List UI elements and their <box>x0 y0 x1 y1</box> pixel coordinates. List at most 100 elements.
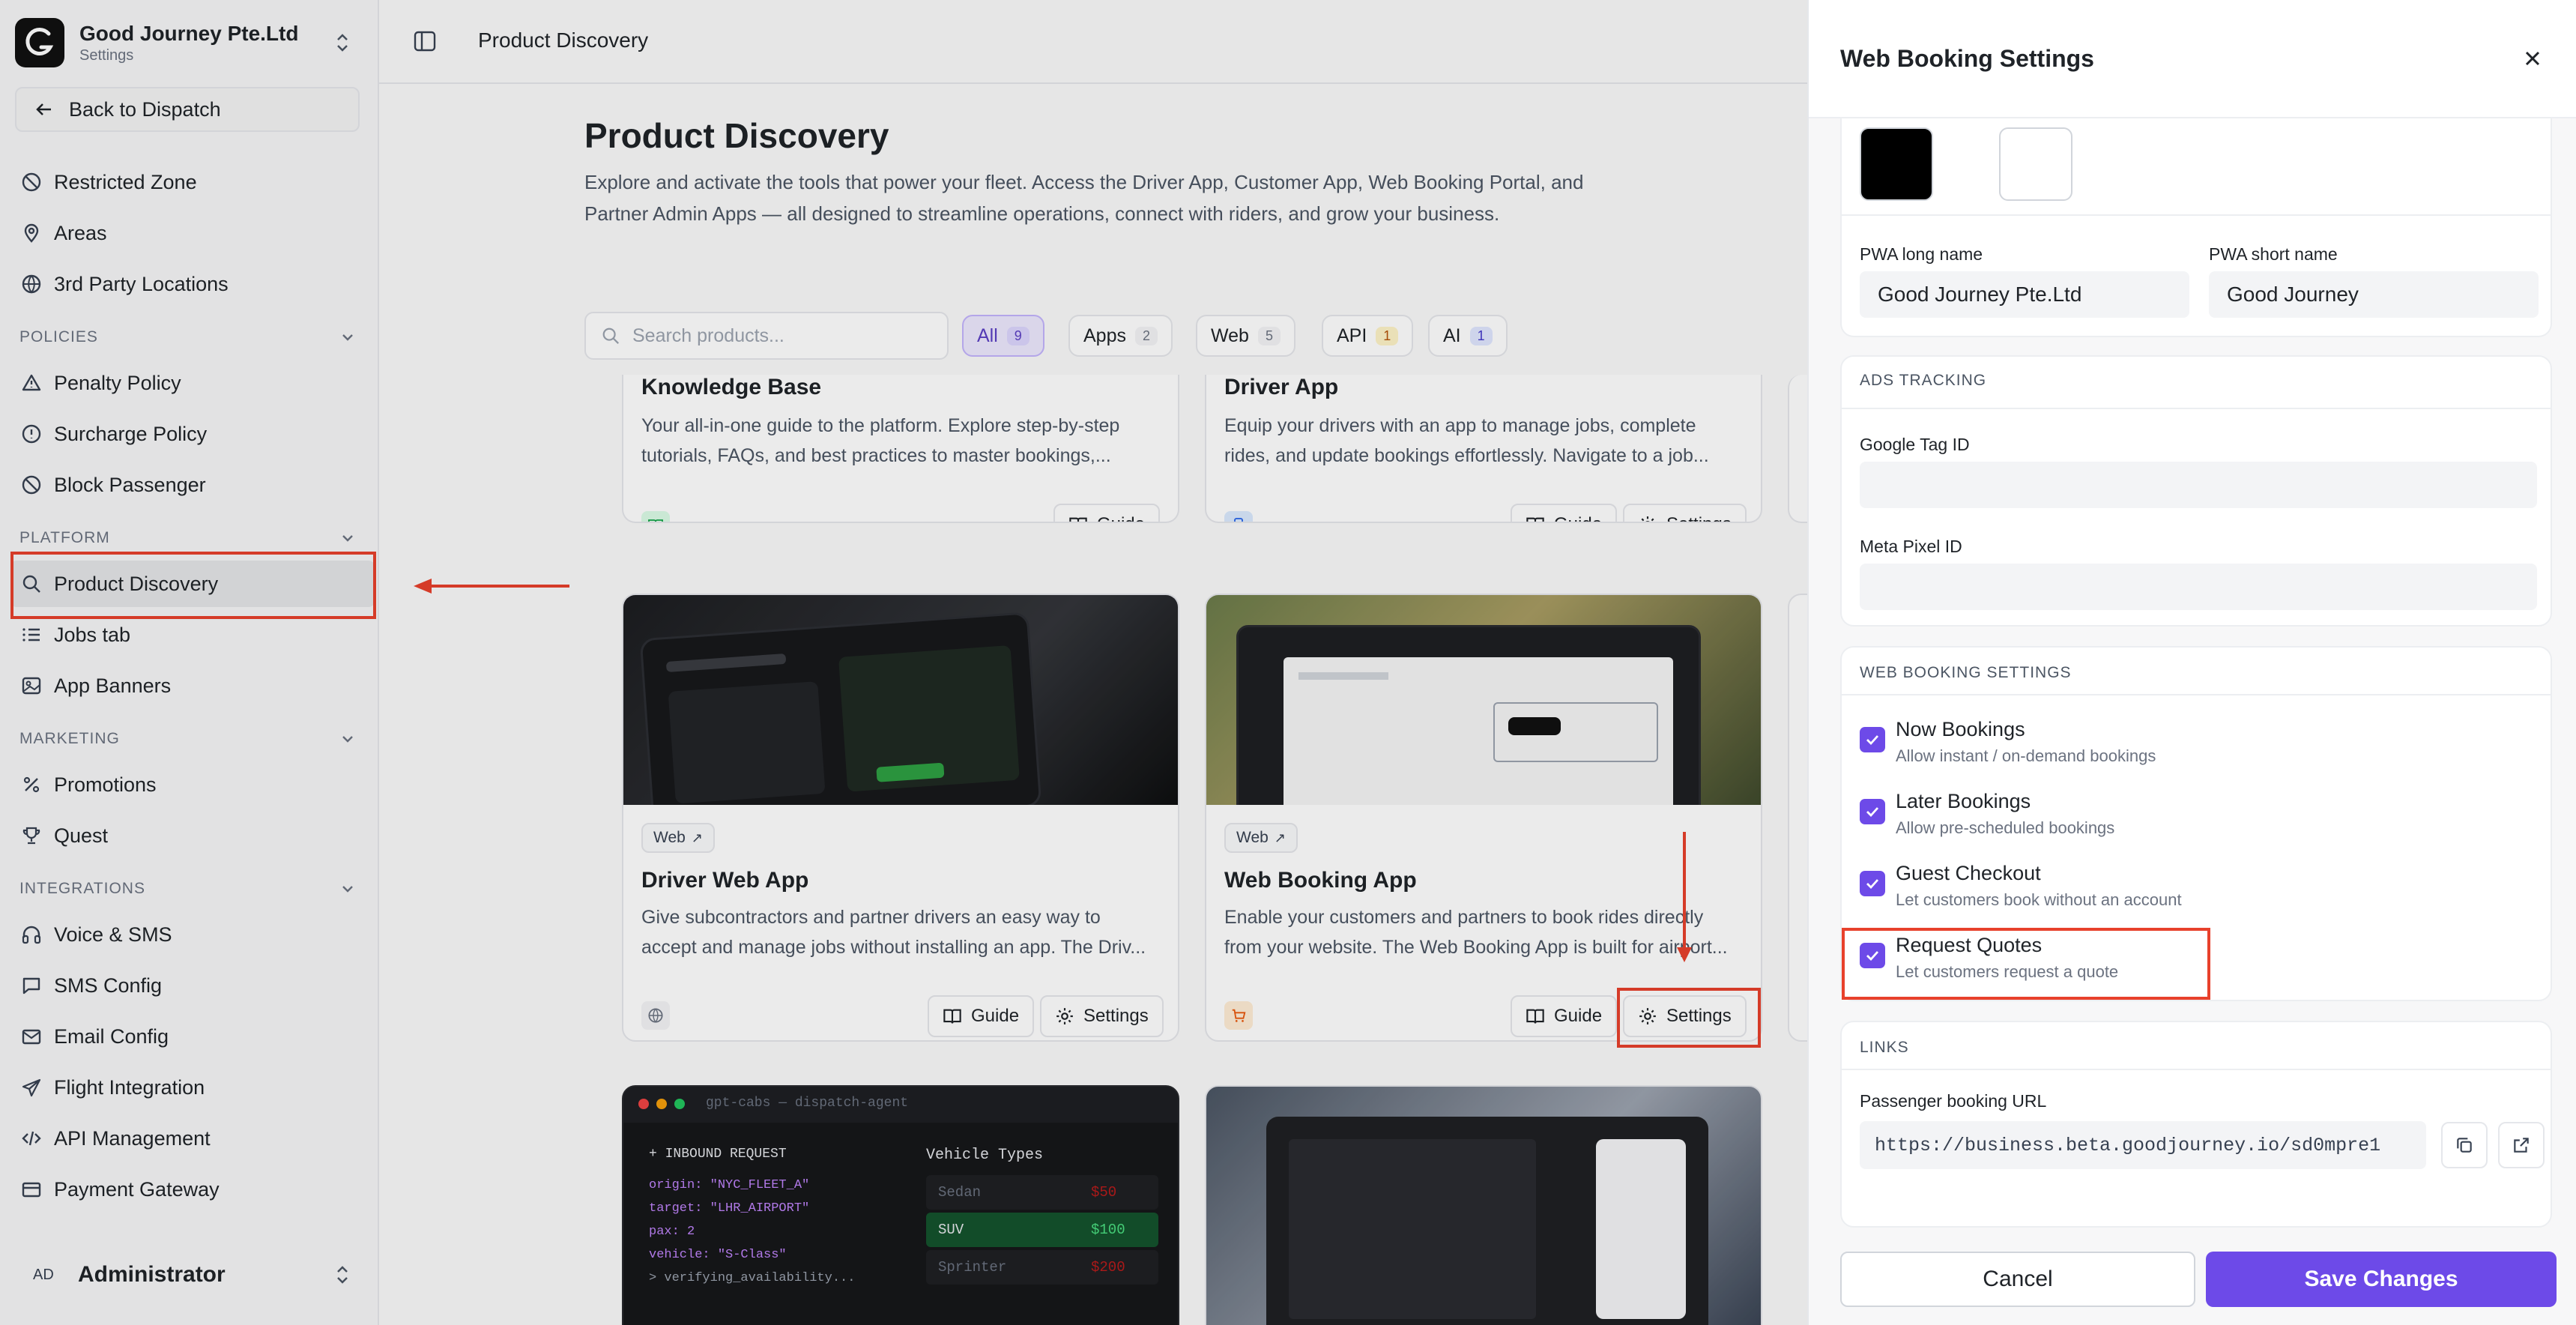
globe-icon <box>22 274 41 294</box>
tag-web: Web ↗ <box>1224 823 1298 853</box>
pwa-short-name-input[interactable]: Good Journey <box>2209 271 2539 318</box>
sidebar: Good Journey Pte.Ltd Settings Back to Di… <box>0 0 379 1325</box>
section-integrations[interactable]: INTEGRATIONS <box>19 880 357 898</box>
sidebar-item-flight-integration[interactable]: Flight Integration <box>10 1064 375 1111</box>
user-name: Administrator <box>78 1262 226 1287</box>
sidebar-item-restricted-zone[interactable]: Restricted Zone <box>10 159 375 205</box>
product-card-driver-web-app[interactable]: Web ↗ Driver Web App Give subcontractors … <box>622 594 1179 1042</box>
chevron-down-icon <box>342 736 353 743</box>
product-card-admin[interactable] <box>1205 1085 1762 1325</box>
passenger-booking-url-field[interactable]: https://business.beta.goodjourney.io/sd0… <box>1860 1121 2426 1169</box>
product-card-api[interactable]: gpt-cabs — dispatch-agent + INBOUND REQU… <box>622 1085 1179 1325</box>
gear-icon <box>1056 1008 1073 1024</box>
code-window-header: gpt-cabs — dispatch-agent <box>623 1087 1178 1123</box>
product-card-partial[interactable] <box>1788 594 1807 1042</box>
plane-icon <box>22 1078 41 1097</box>
filter-chip-web[interactable]: Web 5 <box>1196 315 1295 357</box>
checkbox-checked-icon[interactable] <box>1860 799 1885 824</box>
globe-icon <box>641 1001 670 1030</box>
red-arrow-down <box>1683 832 1686 952</box>
pwa-long-name-input[interactable]: Good Journey Pte.Ltd <box>1860 271 2189 318</box>
primary-color-swatch[interactable] <box>1860 127 1933 201</box>
sidebar-item-promotions[interactable]: Promotions <box>10 761 375 808</box>
tag-web: Web ↗ <box>641 823 715 853</box>
settings-button[interactable]: Settings <box>1040 995 1164 1037</box>
settings-button[interactable]: Settings <box>1623 504 1747 522</box>
image-icon <box>22 677 41 695</box>
org-switcher[interactable]: Good Journey Pte.Ltd Settings <box>15 18 367 67</box>
sidebar-item-quest[interactable]: Quest <box>10 812 375 859</box>
secondary-color-swatch[interactable] <box>1999 127 2072 201</box>
guide-button[interactable]: Guide <box>1511 504 1618 522</box>
sidebar-item-surcharge-policy[interactable]: Surcharge Policy <box>10 411 375 457</box>
google-tag-id-input[interactable] <box>1860 462 2537 508</box>
checkbox-checked-icon[interactable] <box>1860 727 1885 752</box>
guide-button[interactable]: Guide <box>1053 504 1160 522</box>
arrow-head-icon <box>1677 947 1692 962</box>
book-icon <box>943 1009 961 1024</box>
shopping-cart-icon <box>1224 1001 1253 1030</box>
guide-button[interactable]: Guide <box>1511 995 1618 1037</box>
checkbox-checked-icon[interactable] <box>1860 871 1885 896</box>
sidebar-item-block-passenger[interactable]: Block Passenger <box>10 462 375 508</box>
search-input[interactable]: Search products... <box>584 312 949 360</box>
user-menu[interactable]: AD Administrator <box>15 1249 367 1301</box>
ban-icon <box>22 475 41 495</box>
page-title: Product Discovery <box>584 116 889 155</box>
sidebar-item-payment-gateway[interactable]: Payment Gateway <box>10 1166 375 1213</box>
main-content: Product Discovery Product Discovery Expl… <box>379 0 1807 1325</box>
highlight-box-request-quotes <box>1842 928 2210 1000</box>
product-card-knowledge-base[interactable]: Knowledge Base Your all-in-one guide to … <box>622 375 1179 523</box>
smartphone-icon <box>1224 511 1253 522</box>
breadcrumb: Product Discovery <box>478 28 649 52</box>
open-url-button[interactable] <box>2498 1122 2545 1168</box>
mail-icon <box>22 1029 41 1045</box>
sidebar-item-3rd-party-locations[interactable]: 3rd Party Locations <box>10 261 375 307</box>
admin-app-image <box>1266 1117 1708 1325</box>
guide-button[interactable]: Guide <box>928 995 1035 1037</box>
trophy-icon <box>22 827 40 845</box>
alert-circle-icon <box>22 424 41 444</box>
section-platform[interactable]: PLATFORM <box>19 529 357 547</box>
search-icon <box>602 328 620 345</box>
meta-pixel-id-input[interactable] <box>1860 564 2537 610</box>
map-pin-icon <box>24 223 39 243</box>
web-booking-app-image <box>1206 595 1761 805</box>
sidebar-item-app-banners[interactable]: App Banners <box>10 662 375 709</box>
book-icon <box>1069 517 1087 522</box>
filter-chip-api[interactable]: API 1 <box>1322 315 1414 357</box>
sidebar-item-jobs-tab[interactable]: Jobs tab <box>10 612 375 658</box>
close-icon[interactable] <box>2521 46 2545 74</box>
product-card-partial[interactable] <box>1788 375 1807 523</box>
save-changes-button[interactable]: Save Changes <box>2206 1252 2557 1307</box>
sidebar-item-email-config[interactable]: Email Config <box>10 1013 375 1060</box>
product-card-driver-app[interactable]: Driver App Equip your drivers with an ap… <box>1205 375 1762 523</box>
sidebar-toggle-icon[interactable] <box>412 28 438 58</box>
book-icon <box>1526 1009 1544 1024</box>
back-to-dispatch-button[interactable]: Back to Dispatch <box>15 87 360 132</box>
sidebar-item-areas[interactable]: Areas <box>10 210 375 256</box>
filter-chip-all[interactable]: All 9 <box>962 315 1044 357</box>
drawer-title: Web Booking Settings <box>1840 45 2094 72</box>
section-policies[interactable]: POLICIES <box>19 328 357 346</box>
ban-icon <box>22 172 41 192</box>
filter-chip-ai[interactable]: AI 1 <box>1428 315 1508 357</box>
sidebar-item-sms-config[interactable]: SMS Config <box>10 962 375 1009</box>
book-icon <box>1526 517 1544 522</box>
credit-card-icon <box>22 1182 41 1198</box>
section-marketing[interactable]: MARKETING <box>19 730 357 748</box>
web-booking-settings-panel: WEB BOOKING SETTINGS Now Bookings Allow … <box>1840 646 2552 1001</box>
sidebar-item-voice-sms[interactable]: Voice & SMS <box>10 911 375 958</box>
sidebar-item-api-management[interactable]: API Management <box>10 1115 375 1162</box>
copy-url-button[interactable] <box>2441 1122 2488 1168</box>
product-card-web-booking-app[interactable]: Web ↗ Web Booking App Enable your custome… <box>1205 594 1762 1042</box>
highlight-box-sidebar <box>10 552 376 619</box>
message-square-icon <box>22 977 40 994</box>
chevron-down-icon <box>342 535 353 542</box>
cancel-button[interactable]: Cancel <box>1840 1252 2195 1307</box>
filter-chip-apps[interactable]: Apps 2 <box>1068 315 1173 357</box>
copy-icon <box>2457 1138 2472 1153</box>
external-link-icon <box>2514 1138 2529 1153</box>
sidebar-item-penalty-policy[interactable]: Penalty Policy <box>10 360 375 406</box>
avatar: AD <box>33 1266 54 1283</box>
